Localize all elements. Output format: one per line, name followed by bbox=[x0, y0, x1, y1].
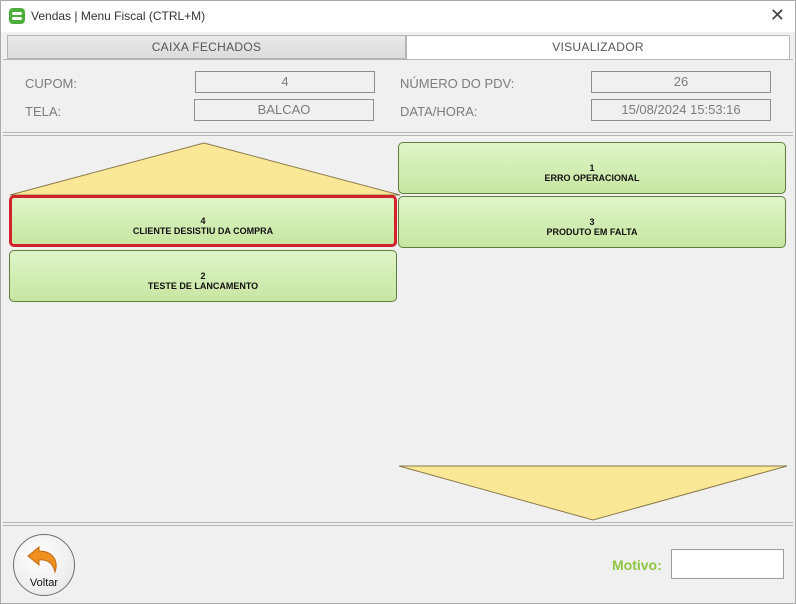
reason-name: ERRO OPERACIONAL bbox=[544, 173, 640, 183]
cupom-field: 4 bbox=[195, 71, 375, 93]
app-logo-icon bbox=[9, 8, 25, 24]
reason-tile-2[interactable]: 2 TESTE DE LANCAMENTO bbox=[9, 250, 397, 302]
scroll-up-arrow-icon[interactable] bbox=[9, 142, 401, 196]
reason-tile-3[interactable]: 3 PRODUTO EM FALTA bbox=[398, 196, 786, 248]
reason-name: TESTE DE LANCAMENTO bbox=[147, 281, 259, 291]
tab-caixa-fechados[interactable]: CAIXA FECHADOS bbox=[7, 35, 406, 59]
cupom-label: CUPOM: bbox=[25, 76, 77, 91]
voltar-button[interactable]: Voltar bbox=[13, 534, 75, 596]
datahora-label: DATA/HORA: bbox=[400, 104, 478, 119]
reasons-panel: 1 ERRO OPERACIONAL 4 CLIENTE DESISTIU DA… bbox=[3, 135, 793, 523]
reason-number: 1 bbox=[589, 163, 595, 173]
tab-visualizador[interactable]: VISUALIZADOR bbox=[406, 35, 790, 59]
footer-panel: Voltar Motivo: bbox=[3, 525, 793, 603]
voltar-label: Voltar bbox=[29, 577, 59, 589]
window-title: Vendas | Menu Fiscal (CTRL+M) bbox=[31, 9, 206, 23]
reason-tile-4[interactable]: 4 CLIENTE DESISTIU DA COMPRA bbox=[9, 195, 397, 247]
tela-label: TELA: bbox=[25, 104, 62, 119]
fiscal-menu-window: Vendas | Menu Fiscal (CTRL+M) ✕ CAIXA FE… bbox=[0, 0, 796, 604]
coupon-info-panel: CUPOM: 4 TELA: BALCAO NÚMERO DO PDV: 26 … bbox=[3, 59, 793, 133]
reason-number: 3 bbox=[589, 217, 595, 227]
close-icon[interactable]: ✕ bbox=[770, 6, 785, 24]
pdv-label: NÚMERO DO PDV: bbox=[400, 76, 515, 91]
pdv-field: 26 bbox=[591, 71, 771, 93]
reason-tile-1[interactable]: 1 ERRO OPERACIONAL bbox=[398, 142, 786, 194]
datahora-field: 15/08/2024 15:53:16 bbox=[591, 99, 771, 121]
reason-name: PRODUTO EM FALTA bbox=[546, 227, 638, 237]
title-bar: Vendas | Menu Fiscal (CTRL+M) ✕ bbox=[1, 1, 795, 32]
back-arrow-icon bbox=[27, 545, 57, 574]
reason-name: CLIENTE DESISTIU DA COMPRA bbox=[132, 226, 274, 236]
motivo-input[interactable] bbox=[671, 549, 784, 579]
scroll-down-arrow-icon[interactable] bbox=[398, 465, 788, 521]
tela-field: BALCAO bbox=[194, 99, 374, 121]
motivo-label: Motivo: bbox=[612, 557, 662, 573]
reason-number: 2 bbox=[200, 271, 206, 281]
reason-number: 4 bbox=[200, 216, 206, 226]
